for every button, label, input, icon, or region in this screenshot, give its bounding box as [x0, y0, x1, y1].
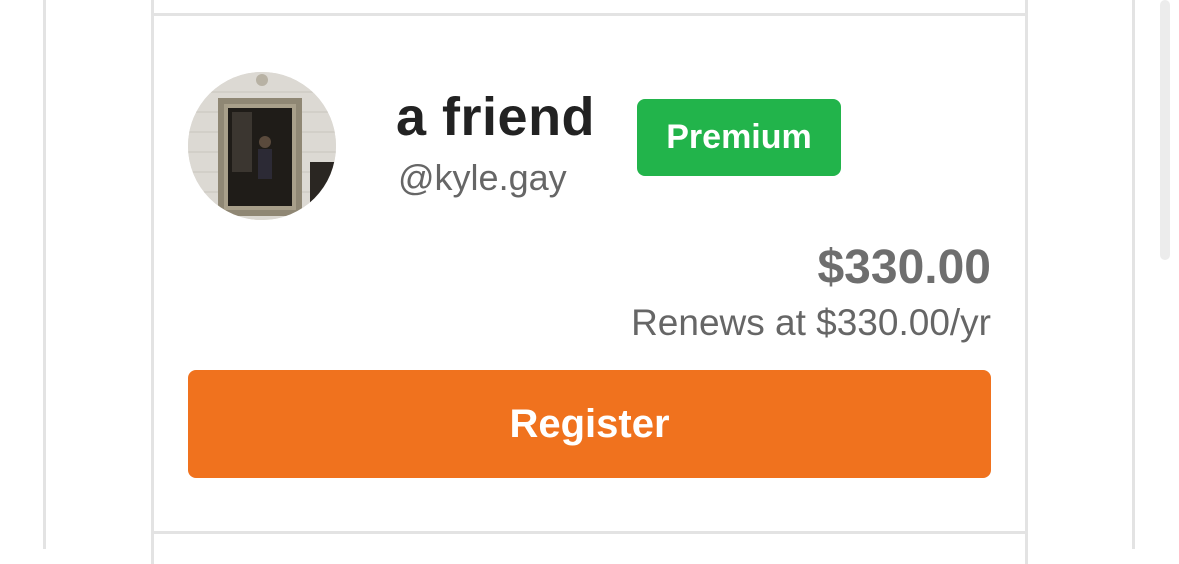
display-name: a friend — [396, 87, 596, 147]
renewal-price: Renews at $330.00/yr — [631, 302, 991, 343]
premium-badge: Premium — [637, 99, 841, 176]
avatar — [188, 72, 336, 220]
avatar-photo — [188, 72, 336, 220]
register-button[interactable]: Register — [188, 370, 991, 478]
previous-card-edge — [151, 0, 1028, 13]
next-card-edge — [151, 534, 1028, 564]
scrollbar[interactable] — [1160, 0, 1170, 260]
username-handle: @kyle.gay — [398, 157, 567, 198]
price: $330.00 — [817, 241, 991, 294]
